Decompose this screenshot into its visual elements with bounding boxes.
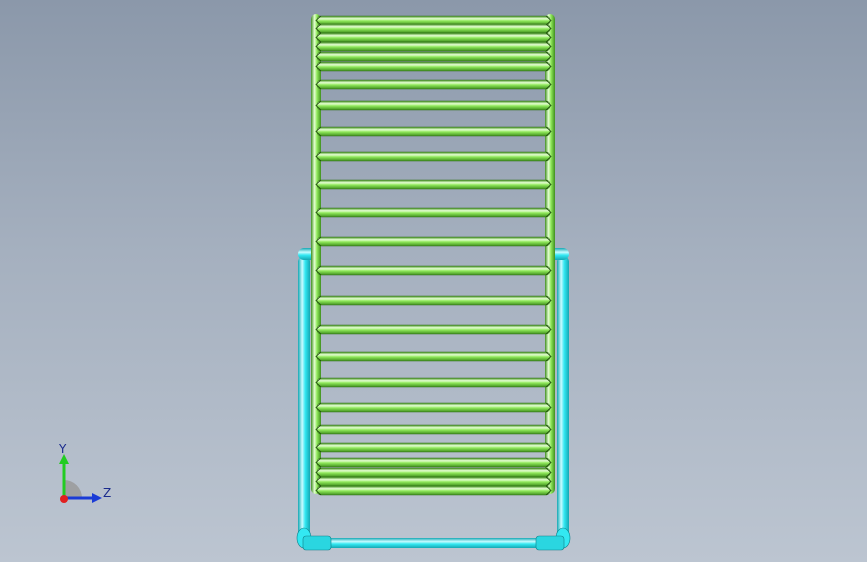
seat-slat[interactable] — [316, 377, 551, 388]
seat-slat[interactable] — [316, 41, 551, 52]
seat-slat[interactable] — [316, 151, 551, 162]
support-frame[interactable] — [296, 248, 571, 551]
seat-slat[interactable] — [316, 324, 551, 335]
seat-slat[interactable] — [316, 15, 551, 26]
seat-slat[interactable] — [316, 126, 551, 137]
left-leg-tube[interactable] — [298, 256, 310, 546]
seat-slats — [315, 15, 552, 496]
seat-slat[interactable] — [316, 236, 551, 247]
seat-slat[interactable] — [316, 485, 551, 496]
seat-slat[interactable] — [316, 402, 551, 413]
view-orientation-triad[interactable]: Y Z — [58, 442, 111, 503]
seat-slat[interactable] — [316, 442, 551, 453]
seat-slat[interactable] — [316, 61, 551, 72]
seat-slat[interactable] — [316, 424, 551, 435]
seat-slat[interactable] — [316, 351, 551, 362]
seat-slat[interactable] — [316, 265, 551, 276]
left-bottom-sleeve — [302, 535, 332, 551]
seat-slat[interactable] — [316, 295, 551, 306]
seat-slat[interactable] — [316, 476, 551, 487]
seat-slat[interactable] — [316, 467, 551, 478]
3d-model-viewport[interactable]: Y Z — [0, 0, 867, 562]
z-axis-head — [92, 493, 102, 503]
seat-slat[interactable] — [316, 179, 551, 190]
lounger-seat[interactable] — [311, 14, 555, 496]
z-axis-label: Z — [103, 486, 111, 500]
seat-slat[interactable] — [316, 51, 551, 62]
y-axis-label: Y — [58, 442, 67, 456]
seat-slat[interactable] — [316, 207, 551, 218]
x-axis-dot-icon — [60, 495, 68, 503]
triad-quadrant — [64, 480, 82, 498]
seat-slat[interactable] — [316, 32, 551, 43]
right-leg-tube[interactable] — [557, 256, 569, 546]
bottom-rail-tube[interactable] — [300, 538, 566, 548]
seat-slat[interactable] — [316, 100, 551, 111]
seat-slat[interactable] — [316, 23, 551, 34]
seat-slat[interactable] — [316, 457, 551, 468]
seat-slat[interactable] — [316, 79, 551, 90]
right-bottom-sleeve — [535, 535, 565, 551]
